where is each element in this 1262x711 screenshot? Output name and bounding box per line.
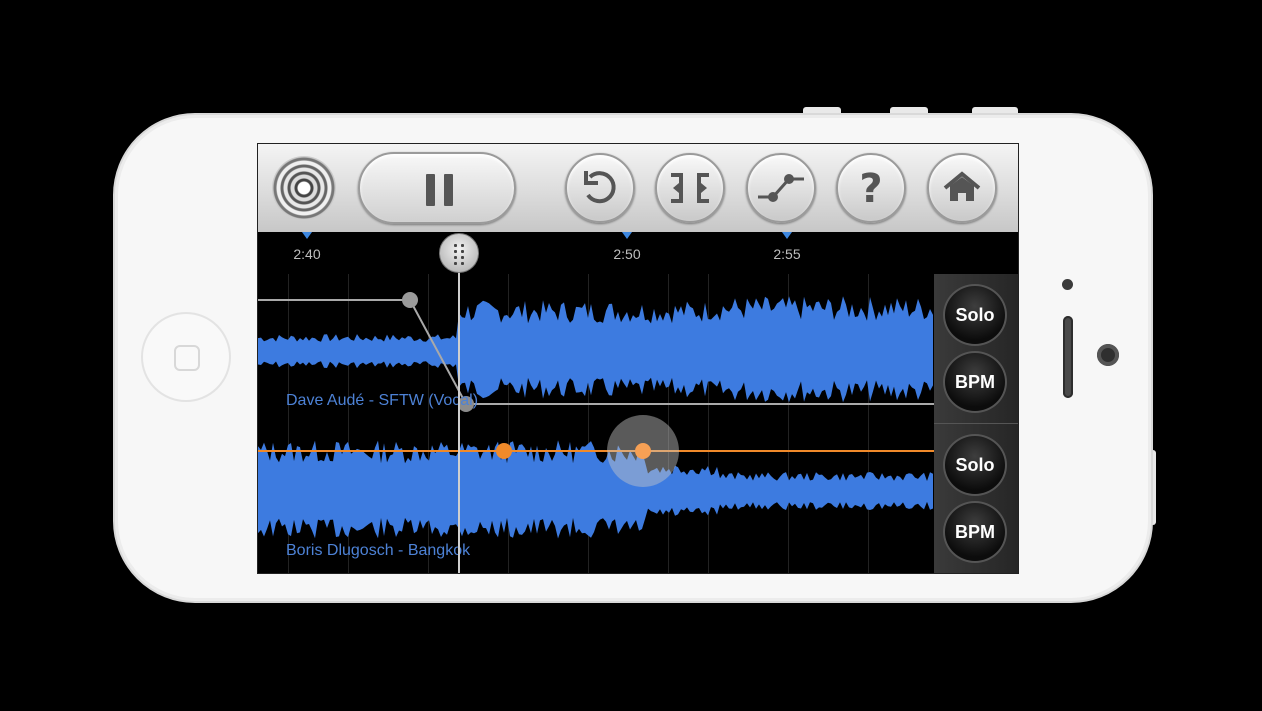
split-icon (671, 173, 709, 203)
track-divider (934, 423, 1018, 424)
split-button[interactable] (655, 153, 725, 223)
tick-marker (782, 232, 792, 239)
tick-marker (302, 232, 312, 239)
track-1-waveform (258, 296, 933, 403)
waveform-canvas (258, 292, 934, 539)
home-hardware-button[interactable] (141, 312, 231, 402)
pause-icon (426, 174, 435, 206)
track-2-waveform (258, 440, 933, 539)
tick-label: 2:50 (613, 246, 641, 262)
toolbar: ? (258, 144, 1018, 233)
front-camera (1097, 344, 1119, 366)
grip-dot (461, 262, 464, 265)
grip-dot (454, 262, 457, 265)
track-2-solo-button[interactable]: Solo (943, 434, 1007, 496)
home-button[interactable] (927, 153, 997, 223)
grip-dot (454, 256, 457, 259)
grip-dot (454, 250, 457, 253)
proximity-sensor (1062, 279, 1073, 290)
track-1-name: Dave Audé - SFTW (Vocal) (286, 392, 479, 409)
crossfade-button[interactable] (746, 153, 816, 223)
tick-marker (622, 232, 632, 239)
undo-icon (584, 171, 616, 204)
earpiece-speaker (1063, 316, 1073, 398)
track-1-solo-button[interactable]: Solo (943, 284, 1007, 346)
home-icon (943, 171, 981, 201)
playhead-line (458, 240, 460, 573)
pause-button[interactable] (358, 152, 516, 224)
timeline-ruler[interactable]: 2:40 2:50 2:55 (258, 232, 1018, 274)
grip-dot (461, 256, 464, 259)
pause-icon-bar (444, 174, 453, 206)
playhead-handle[interactable] (439, 233, 479, 273)
automation-point (496, 443, 512, 459)
tracks-area[interactable]: Dave Audé - SFTW (Vocal) Boris Dlugosch … (258, 274, 934, 573)
track-1-bpm-button[interactable]: BPM (943, 351, 1007, 413)
svg-text:?: ? (859, 166, 882, 212)
automation-point (402, 292, 418, 308)
help-icon: ? (859, 166, 882, 212)
automation-point (635, 443, 651, 459)
tick-label: 2:40 (293, 246, 321, 262)
track-2-bpm-button[interactable]: BPM (943, 501, 1007, 563)
app-screen: ? 2:40 2:50 2:55 Dave Audé - SFTW (Vocal… (257, 143, 1019, 574)
track-controls-panel: Solo BPM Solo BPM (934, 274, 1018, 573)
tick-label: 2:55 (773, 246, 801, 262)
help-button[interactable]: ? (836, 153, 906, 223)
app-logo-icon[interactable] (272, 156, 336, 220)
undo-button[interactable] (565, 153, 635, 223)
home-square-icon (174, 345, 200, 371)
track-2-name: Boris Dlugosch - Bangkok (286, 542, 471, 559)
grip-dot (461, 244, 464, 247)
grip-dot (461, 250, 464, 253)
grip-dot (454, 244, 457, 247)
crossfade-icon (758, 174, 804, 202)
